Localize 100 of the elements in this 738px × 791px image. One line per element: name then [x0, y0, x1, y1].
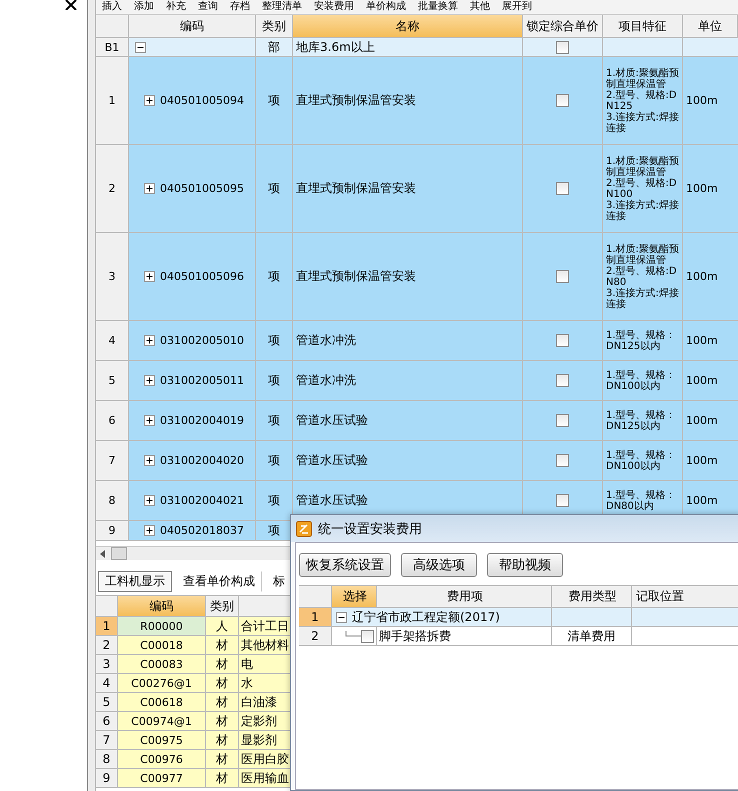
lock-checkbox[interactable]: [556, 94, 569, 107]
column-header[interactable]: 编码: [118, 596, 206, 616]
code-cell: C00974@1: [118, 712, 206, 730]
dialog-button[interactable]: 帮助视频: [487, 553, 563, 577]
toolbar-item[interactable]: 添加: [134, 1, 154, 13]
expand-icon[interactable]: [144, 95, 155, 106]
toolbar-item[interactable]: 整理清单: [262, 1, 302, 13]
row-number: 8: [96, 750, 118, 768]
toolbar-item[interactable]: 批量换算: [418, 1, 458, 13]
code-text: 040501005096: [160, 270, 244, 283]
name-text: 管道水压试验: [296, 492, 368, 509]
table-row[interactable]: 6 031002004019 项 管道水压试验 1.型号、规格：DN125以内 100m: [96, 401, 738, 441]
category-text: 项: [268, 180, 280, 197]
table-row[interactable]: 1 辽宁省市政工程定额(2017): [299, 608, 738, 627]
lock-checkbox[interactable]: [556, 334, 569, 347]
expand-icon[interactable]: [144, 455, 155, 466]
row-number: 2: [299, 627, 332, 645]
name-text: 直埋式预制保温管安装: [296, 92, 416, 109]
lock-checkbox[interactable]: [556, 494, 569, 507]
expand-icon[interactable]: [144, 183, 155, 194]
column-header[interactable]: 类别: [206, 596, 239, 616]
toolbar-item[interactable]: 补充: [166, 1, 186, 13]
feature-text: 1.型号、规格：DN100以内: [606, 368, 677, 392]
lock-checkbox[interactable]: [556, 270, 569, 283]
table-row[interactable]: B1 部 地库3.6m以上: [96, 38, 738, 57]
toolbar-item[interactable]: 其他: [470, 1, 490, 13]
feature-text: 1.材质:聚氨酯预制直埋保温管 2.型号、规格:DN125 3.连接方式:焊接连接: [606, 66, 679, 134]
tab[interactable]: 查看单价构成: [176, 570, 262, 592]
category-text: 项: [268, 268, 280, 285]
name-text: 地库3.6m以上: [296, 38, 375, 56]
name-text: 管道水冲洗: [296, 332, 356, 349]
toolbar-item[interactable]: 展开到: [502, 1, 532, 13]
lock-checkbox[interactable]: [556, 40, 569, 54]
row-number: 9: [108, 524, 116, 537]
column-header[interactable]: 费用项: [377, 586, 552, 607]
row-number: 7: [96, 731, 118, 749]
row-number: 7: [108, 454, 116, 467]
collapse-icon[interactable]: [135, 42, 146, 52]
fee-item-cell: 脚手架搭拆费: [377, 627, 552, 645]
unit-text: 100m: [686, 494, 718, 507]
dialog-title: 统一设置安装费用: [318, 520, 422, 538]
row-number: 1: [299, 608, 332, 626]
column-header[interactable]: 记取位置: [632, 586, 738, 607]
table-row[interactable]: 5 031002005011 项 管道水冲洗 1.型号、规格：DN100以内 100m: [96, 361, 738, 401]
unit-text: 100m: [686, 454, 718, 467]
category-cell: 材: [206, 769, 239, 787]
close-icon[interactable]: [65, 0, 77, 10]
name-text: 直埋式预制保温管安装: [296, 268, 416, 285]
unit-text: 100m: [686, 414, 718, 427]
category-text: 项: [268, 412, 280, 429]
unit-text: 100m: [686, 94, 718, 107]
row-number: 1: [108, 94, 116, 107]
feature-text: 1.型号、规格：DN80以内: [606, 488, 677, 512]
code-text: 040502018037: [160, 524, 244, 537]
code-cell: C00975: [118, 731, 206, 749]
lock-checkbox[interactable]: [556, 414, 569, 427]
expand-icon[interactable]: [144, 271, 155, 282]
category-cell: 材: [206, 674, 239, 692]
column-header[interactable]: 选择: [332, 586, 377, 607]
row-number: 5: [96, 693, 118, 711]
category-text: 项: [268, 92, 280, 109]
lock-checkbox[interactable]: [556, 454, 569, 467]
tab[interactable]: 工料机显示: [98, 570, 172, 592]
dialog-button[interactable]: 恢复系统设置: [299, 553, 391, 577]
category-text: 项: [268, 332, 280, 349]
feature-text: 1.材质:聚氨酯预制直埋保温管 2.型号、规格:DN100 3.连接方式:焊接连接: [606, 154, 679, 222]
expand-icon[interactable]: [144, 525, 155, 536]
code-text: 031002004021: [160, 494, 244, 507]
table-row[interactable]: 4 031002005010 项 管道水冲洗 1.型号、规格：DN125以内 100m: [96, 321, 738, 361]
left-arrow-icon[interactable]: [100, 550, 105, 558]
expand-icon[interactable]: [144, 495, 155, 506]
table-row[interactable]: 2 脚手架搭拆费 清单费用: [299, 627, 738, 646]
category-cell: 材: [206, 636, 239, 654]
column-header[interactable]: 名称: [293, 15, 523, 37]
expand-icon[interactable]: [144, 415, 155, 426]
name-text: 管道水压试验: [296, 412, 368, 429]
toolbar-item[interactable]: 存档: [230, 1, 250, 13]
lock-checkbox[interactable]: [556, 182, 569, 195]
category-text: 项: [268, 492, 280, 509]
checkbox[interactable]: [361, 630, 374, 642]
toolbar-item[interactable]: 单价构成: [366, 1, 406, 13]
toolbar-item[interactable]: 安装费用: [314, 1, 354, 13]
lock-checkbox[interactable]: [556, 374, 569, 387]
category-cell: 材: [206, 731, 239, 749]
scroll-thumb[interactable]: [111, 547, 127, 560]
app-icon: [296, 520, 312, 536]
expand-icon[interactable]: [144, 375, 155, 386]
code-cell: C00976: [118, 750, 206, 768]
column-header[interactable]: 费用类型: [552, 586, 632, 607]
toolbar-item[interactable]: 查询: [198, 1, 218, 13]
table-row[interactable]: 7 031002004020 项 管道水压试验 1.型号、规格：DN100以内 100m: [96, 441, 738, 481]
code-text: 031002005010: [160, 334, 244, 347]
category-cell: 材: [206, 655, 239, 673]
collapse-icon[interactable]: [336, 612, 347, 622]
toolbar-item[interactable]: 插入: [102, 1, 122, 13]
dialog-button[interactable]: 高级选项: [401, 553, 477, 577]
row-number: 2: [96, 636, 118, 654]
expand-icon[interactable]: [144, 335, 155, 346]
name-text: 直埋式预制保温管安装: [296, 180, 416, 197]
code-text: 040501005095: [160, 182, 244, 195]
